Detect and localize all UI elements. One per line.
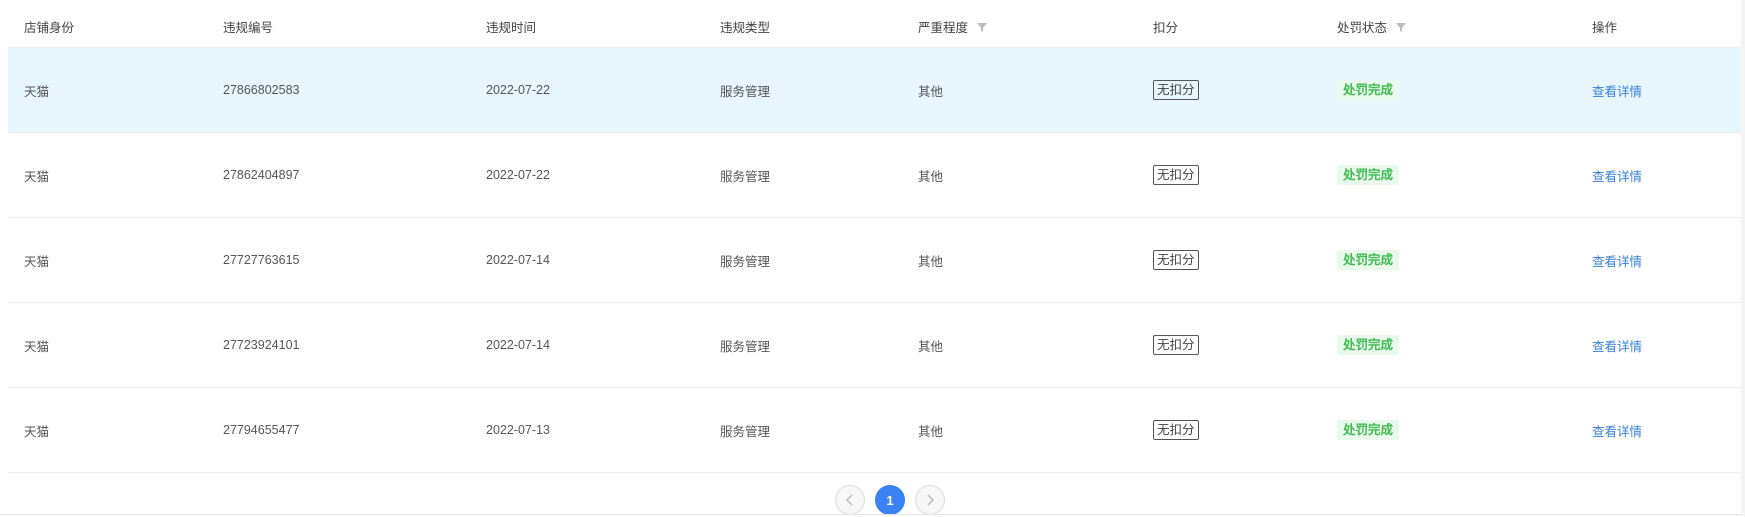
cell-violation-time: 2022-07-14 (486, 338, 550, 352)
cell-status: 处罚完成 (1337, 218, 1400, 302)
status-badge: 处罚完成 (1337, 80, 1400, 100)
points-tag: 无扣分 (1153, 420, 1199, 440)
table-header: 店铺身份 违规编号 违规时间 违规类型 严重程度 扣分 处罚状态 操作 (8, 0, 1741, 48)
chevron-right-icon (927, 494, 935, 506)
prev-page-button[interactable] (835, 485, 865, 515)
cell-violation-id: 27862404897 (223, 168, 300, 182)
cell-actions: 查看详情 (1592, 303, 1642, 387)
cell-status: 处罚完成 (1337, 133, 1400, 217)
table-row: 天猫 27862404897 2022-07-22 服务管理 其他 无扣分 处罚… (8, 133, 1741, 218)
column-header-violation-type: 违规类型 (720, 21, 771, 35)
cell-points: 无扣分 (1153, 303, 1199, 387)
table-row: 天猫 27866802583 2022-07-22 服务管理 其他 无扣分 处罚… (8, 48, 1741, 133)
divider (0, 514, 1745, 515)
cell-violation-time: 2022-07-22 (486, 168, 550, 182)
next-page-button[interactable] (915, 485, 945, 515)
cell-severity: 其他 (918, 339, 944, 354)
column-header-severity: 严重程度 (918, 17, 988, 36)
cell-violation-type: 服务管理 (720, 169, 771, 184)
pagination-controls: 1 (835, 485, 945, 515)
table-row: 天猫 27727763615 2022-07-14 服务管理 其他 无扣分 处罚… (8, 218, 1741, 303)
view-details-link[interactable]: 查看详情 (1592, 251, 1642, 270)
column-header-actions: 操作 (1592, 21, 1618, 35)
view-details-link[interactable]: 查看详情 (1592, 421, 1642, 440)
cell-violation-type: 服务管理 (720, 339, 771, 354)
cell-violation-type: 服务管理 (720, 84, 771, 99)
cell-shop: 天猫 (24, 339, 50, 354)
cell-violation-time: 2022-07-22 (486, 83, 550, 97)
view-details-link[interactable]: 查看详情 (1592, 81, 1642, 100)
cell-violation-id: 27794655477 (223, 423, 300, 437)
cell-actions: 查看详情 (1592, 388, 1642, 472)
cell-actions: 查看详情 (1592, 48, 1642, 132)
cell-points: 无扣分 (1153, 388, 1199, 472)
points-tag: 无扣分 (1153, 335, 1199, 355)
cell-violation-type: 服务管理 (720, 254, 771, 269)
cell-shop: 天猫 (24, 424, 50, 439)
points-tag: 无扣分 (1153, 250, 1199, 270)
cell-status: 处罚完成 (1337, 48, 1400, 132)
cell-points: 无扣分 (1153, 48, 1199, 132)
column-header-violation-id: 违规编号 (223, 21, 274, 35)
cell-actions: 查看详情 (1592, 133, 1642, 217)
view-details-link[interactable]: 查看详情 (1592, 166, 1642, 185)
cell-status: 处罚完成 (1337, 388, 1400, 472)
cell-severity: 其他 (918, 169, 944, 184)
page-button-current[interactable]: 1 (875, 485, 905, 515)
cell-points: 无扣分 (1153, 218, 1199, 302)
status-badge: 处罚完成 (1337, 420, 1400, 440)
filter-icon[interactable] (1395, 21, 1407, 33)
cell-actions: 查看详情 (1592, 218, 1642, 302)
chevron-left-icon (845, 494, 853, 506)
cell-violation-time: 2022-07-13 (486, 423, 550, 437)
filter-icon[interactable] (976, 21, 988, 33)
cell-shop: 天猫 (24, 169, 50, 184)
points-tag: 无扣分 (1153, 80, 1199, 100)
cell-violation-id: 27723924101 (223, 338, 300, 352)
violations-table: 店铺身份 违规编号 违规时间 违规类型 严重程度 扣分 处罚状态 操作 天猫 2… (8, 0, 1741, 473)
cell-points: 无扣分 (1153, 133, 1199, 217)
column-header-violation-time: 违规时间 (486, 21, 537, 35)
points-tag: 无扣分 (1153, 165, 1199, 185)
cell-severity: 其他 (918, 424, 944, 439)
column-header-status: 处罚状态 (1337, 17, 1407, 36)
cell-violation-id: 27866802583 (223, 83, 300, 97)
column-header-shop: 店铺身份 (24, 21, 75, 35)
scrollbar[interactable] (1741, 0, 1745, 517)
status-badge: 处罚完成 (1337, 165, 1400, 185)
table-row: 天猫 27794655477 2022-07-13 服务管理 其他 无扣分 处罚… (8, 388, 1741, 473)
cell-violation-time: 2022-07-14 (486, 253, 550, 267)
cell-status: 处罚完成 (1337, 303, 1400, 387)
cell-violation-type: 服务管理 (720, 424, 771, 439)
table-row: 天猫 27723924101 2022-07-14 服务管理 其他 无扣分 处罚… (8, 303, 1741, 388)
status-badge: 处罚完成 (1337, 335, 1400, 355)
cell-violation-id: 27727763615 (223, 253, 300, 267)
view-details-link[interactable]: 查看详情 (1592, 336, 1642, 355)
cell-severity: 其他 (918, 84, 944, 99)
cell-severity: 其他 (918, 254, 944, 269)
column-header-points: 扣分 (1153, 21, 1179, 35)
cell-shop: 天猫 (24, 84, 50, 99)
status-badge: 处罚完成 (1337, 250, 1400, 270)
cell-shop: 天猫 (24, 254, 50, 269)
